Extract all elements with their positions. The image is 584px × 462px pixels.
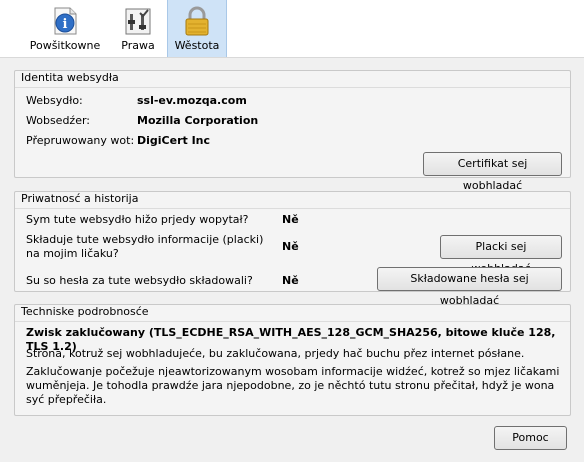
verified-by-value: DigiCert Inc [137,134,211,147]
tech-title: Techniske podrobnosće [21,305,149,318]
website-label: Websydło: [26,94,83,107]
tab-general[interactable]: i Powšitkowne [24,0,106,57]
tab-toolbar: i Powšitkowne Prawa Wěstota [0,0,584,58]
visited-before-question: Sym tute websydło hižo prjedy wopytał? [26,213,249,226]
cookies-question-line2: na mojim ličaku? [26,247,119,260]
identity-group: Identita websydła Websydło: ssl-ev.mozqa… [14,70,571,192]
cookies-question-line1: Składuje tute websydło informacije (plac… [26,233,264,246]
website-value: ssl-ev.mozqa.com [137,94,247,107]
svg-text:i: i [63,17,68,32]
view-certificate-button[interactable]: Certifikat sej wobhladać [423,152,562,192]
view-saved-passwords-button[interactable]: Składowane hesła sej wobhladać [377,267,562,307]
owner-label: Wobsedźer: [26,114,91,127]
tech-paragraph-1: Strona, kotruž sej wobhladujeće, bu zakl… [26,347,525,360]
info-icon: i [54,7,77,35]
passwords-answer: Ně [282,274,299,287]
tab-permissions[interactable]: Prawa [112,0,164,57]
tech-divider [15,321,570,322]
identity-title: Identita websydła [21,71,119,84]
visited-before-answer: Ně [282,213,299,226]
help-button[interactable]: Pomoc [494,426,567,450]
tab-security-label: Wěstota [174,39,220,52]
permissions-icon [125,8,151,35]
view-cookies-button[interactable]: Placki sej wobhladać [440,235,562,275]
verified-by-label: Přepruwowany wot: [26,134,135,147]
privacy-group: Priwatnosć a historija Sym tute websydło… [14,191,571,307]
tech-paragraph-2: Zaklučowanje počežuje njeawtorizowanym w… [26,365,560,406]
identity-divider [15,87,570,88]
cookies-answer: Ně [282,240,299,253]
tab-general-label: Powšitkowne [29,39,101,52]
tab-security[interactable]: Wěstota [167,0,227,57]
privacy-title: Priwatnosć a historija [21,192,139,205]
privacy-divider [15,208,570,209]
padlock-icon [185,6,209,36]
passwords-question: Su so hesła za tute websydło składowali? [26,274,253,287]
tab-permissions-label: Prawa [121,39,155,52]
owner-value: Mozilla Corporation [137,114,259,127]
technical-details-group: Techniske podrobnosće Zwisk zaklučowany … [14,304,571,416]
